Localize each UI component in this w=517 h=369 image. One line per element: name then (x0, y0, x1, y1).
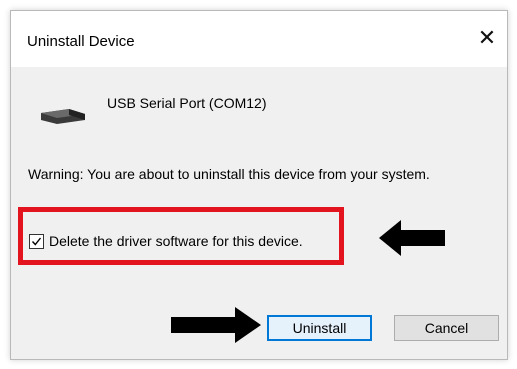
delete-driver-label: Delete the driver software for this devi… (49, 233, 303, 249)
delete-driver-checkbox-row[interactable]: Delete the driver software for this devi… (29, 233, 303, 249)
warning-text: Warning: You are about to uninstall this… (28, 166, 430, 182)
close-button[interactable]: ✕ (467, 21, 507, 55)
delete-driver-checkbox[interactable] (29, 233, 44, 249)
arrow-left-icon (379, 220, 445, 256)
uninstall-button[interactable]: Uninstall (267, 315, 372, 341)
checkmark-icon (31, 237, 42, 246)
cancel-button[interactable]: Cancel (394, 315, 499, 341)
uninstall-device-dialog: Uninstall Device ✕ USB Serial Port (COM1… (10, 10, 508, 360)
title-bar: Uninstall Device ✕ (11, 11, 507, 67)
device-name: USB Serial Port (COM12) (107, 95, 267, 111)
arrow-right-icon (171, 307, 261, 343)
usb-serial-port-icon (41, 109, 85, 124)
dialog-title: Uninstall Device (27, 33, 135, 50)
close-icon: ✕ (477, 25, 497, 50)
